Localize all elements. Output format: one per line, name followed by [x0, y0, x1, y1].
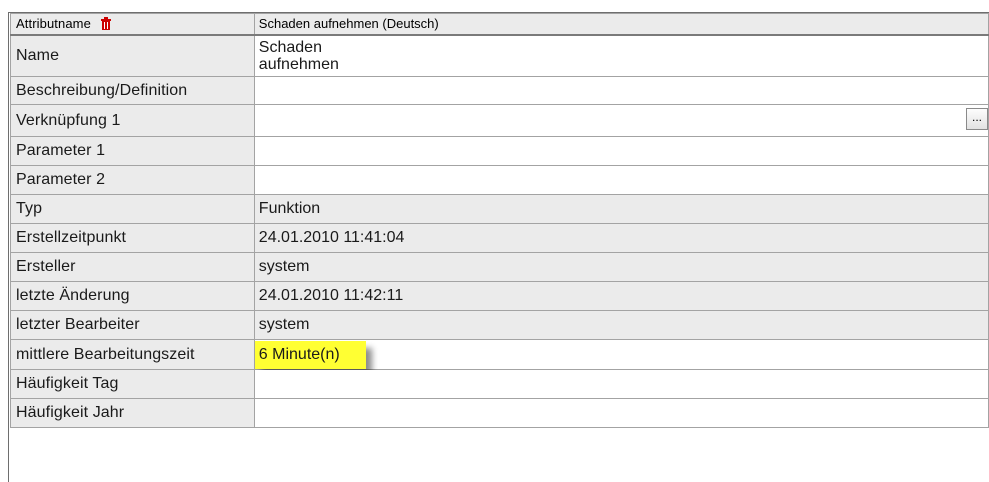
- ersteller-value: system: [253, 252, 989, 282]
- header-label: Attributname: [16, 16, 91, 32]
- row-erstellzeitpunkt: Erstellzeitpunkt 24.01.2010 11:41:04: [10, 223, 989, 253]
- attribute-table: Attributname Schaden aufnehmen (Deutsch)…: [10, 13, 989, 428]
- haeufigkeit-jahr-value-field[interactable]: [253, 398, 989, 428]
- name-value-line2: aufnehmen: [258, 56, 339, 74]
- row-label: Typ: [10, 194, 255, 224]
- row-beschreibung: Beschreibung/Definition: [10, 76, 989, 105]
- beschreibung-value-field[interactable]: [253, 76, 989, 105]
- attribute-panel: Attributname Schaden aufnehmen (Deutsch)…: [8, 12, 989, 482]
- row-haeufigkeit-jahr: Häufigkeit Jahr: [10, 398, 989, 428]
- row-label: letzte Änderung: [10, 281, 255, 311]
- row-label: Beschreibung/Definition: [10, 76, 255, 105]
- row-verknuepfung: Verknüpfung 1 ...: [10, 104, 989, 137]
- name-value-line1: Schaden: [258, 39, 322, 57]
- header-row: Attributname Schaden aufnehmen (Deutsch): [10, 13, 989, 36]
- row-label: Verknüpfung 1: [10, 104, 255, 137]
- bearbeitungszeit-value-field[interactable]: 6 Minute(n): [253, 339, 989, 370]
- name-value-cell[interactable]: Schaden aufnehmen: [253, 34, 989, 77]
- row-parameter-1: Parameter 1: [10, 136, 989, 166]
- parameter-1-value-field[interactable]: [253, 136, 989, 166]
- row-label: Häufigkeit Tag: [10, 369, 255, 399]
- row-mittlere-bearbeitungszeit: mittlere Bearbeitungszeit 6 Minute(n): [10, 339, 989, 370]
- row-label: letzter Bearbeiter: [10, 310, 255, 340]
- row-parameter-2: Parameter 2: [10, 165, 989, 195]
- row-haeufigkeit-tag: Häufigkeit Tag: [10, 369, 989, 399]
- row-label: Parameter 1: [10, 136, 255, 166]
- row-name: Name Schaden aufnehmen: [10, 34, 989, 77]
- parameter-2-value-field[interactable]: [253, 165, 989, 195]
- letzter-bearbeiter-value: system: [253, 310, 989, 340]
- highlighted-value: 6 Minute(n): [254, 340, 366, 369]
- row-ersteller: Ersteller system: [10, 252, 989, 282]
- row-typ: Typ Funktion: [10, 194, 989, 224]
- typ-value: Funktion: [253, 194, 989, 224]
- letzte-aenderung-value: 24.01.2010 11:42:11: [253, 281, 989, 311]
- row-letzter-bearbeiter: letzter Bearbeiter system: [10, 310, 989, 340]
- row-letzte-aenderung: letzte Änderung 24.01.2010 11:42:11: [10, 281, 989, 311]
- row-label: mittlere Bearbeitungszeit: [10, 339, 255, 370]
- row-label: Erstellzeitpunkt: [10, 223, 255, 253]
- erstellzeitpunkt-value: 24.01.2010 11:41:04: [253, 223, 989, 253]
- haeufigkeit-tag-value-field[interactable]: [253, 369, 989, 399]
- header-value-cell[interactable]: Schaden aufnehmen (Deutsch): [253, 13, 989, 36]
- row-label: Ersteller: [10, 252, 255, 282]
- row-label: Parameter 2: [10, 165, 255, 195]
- row-label: Name: [10, 34, 255, 77]
- row-label: Häufigkeit Jahr: [10, 398, 255, 428]
- trash-icon[interactable]: [99, 16, 113, 31]
- verknuepfung-value-field[interactable]: ...: [253, 104, 989, 137]
- header-label-cell[interactable]: Attributname: [10, 13, 255, 36]
- header-value: Schaden aufnehmen (Deutsch): [258, 16, 439, 32]
- browse-button[interactable]: ...: [966, 108, 988, 130]
